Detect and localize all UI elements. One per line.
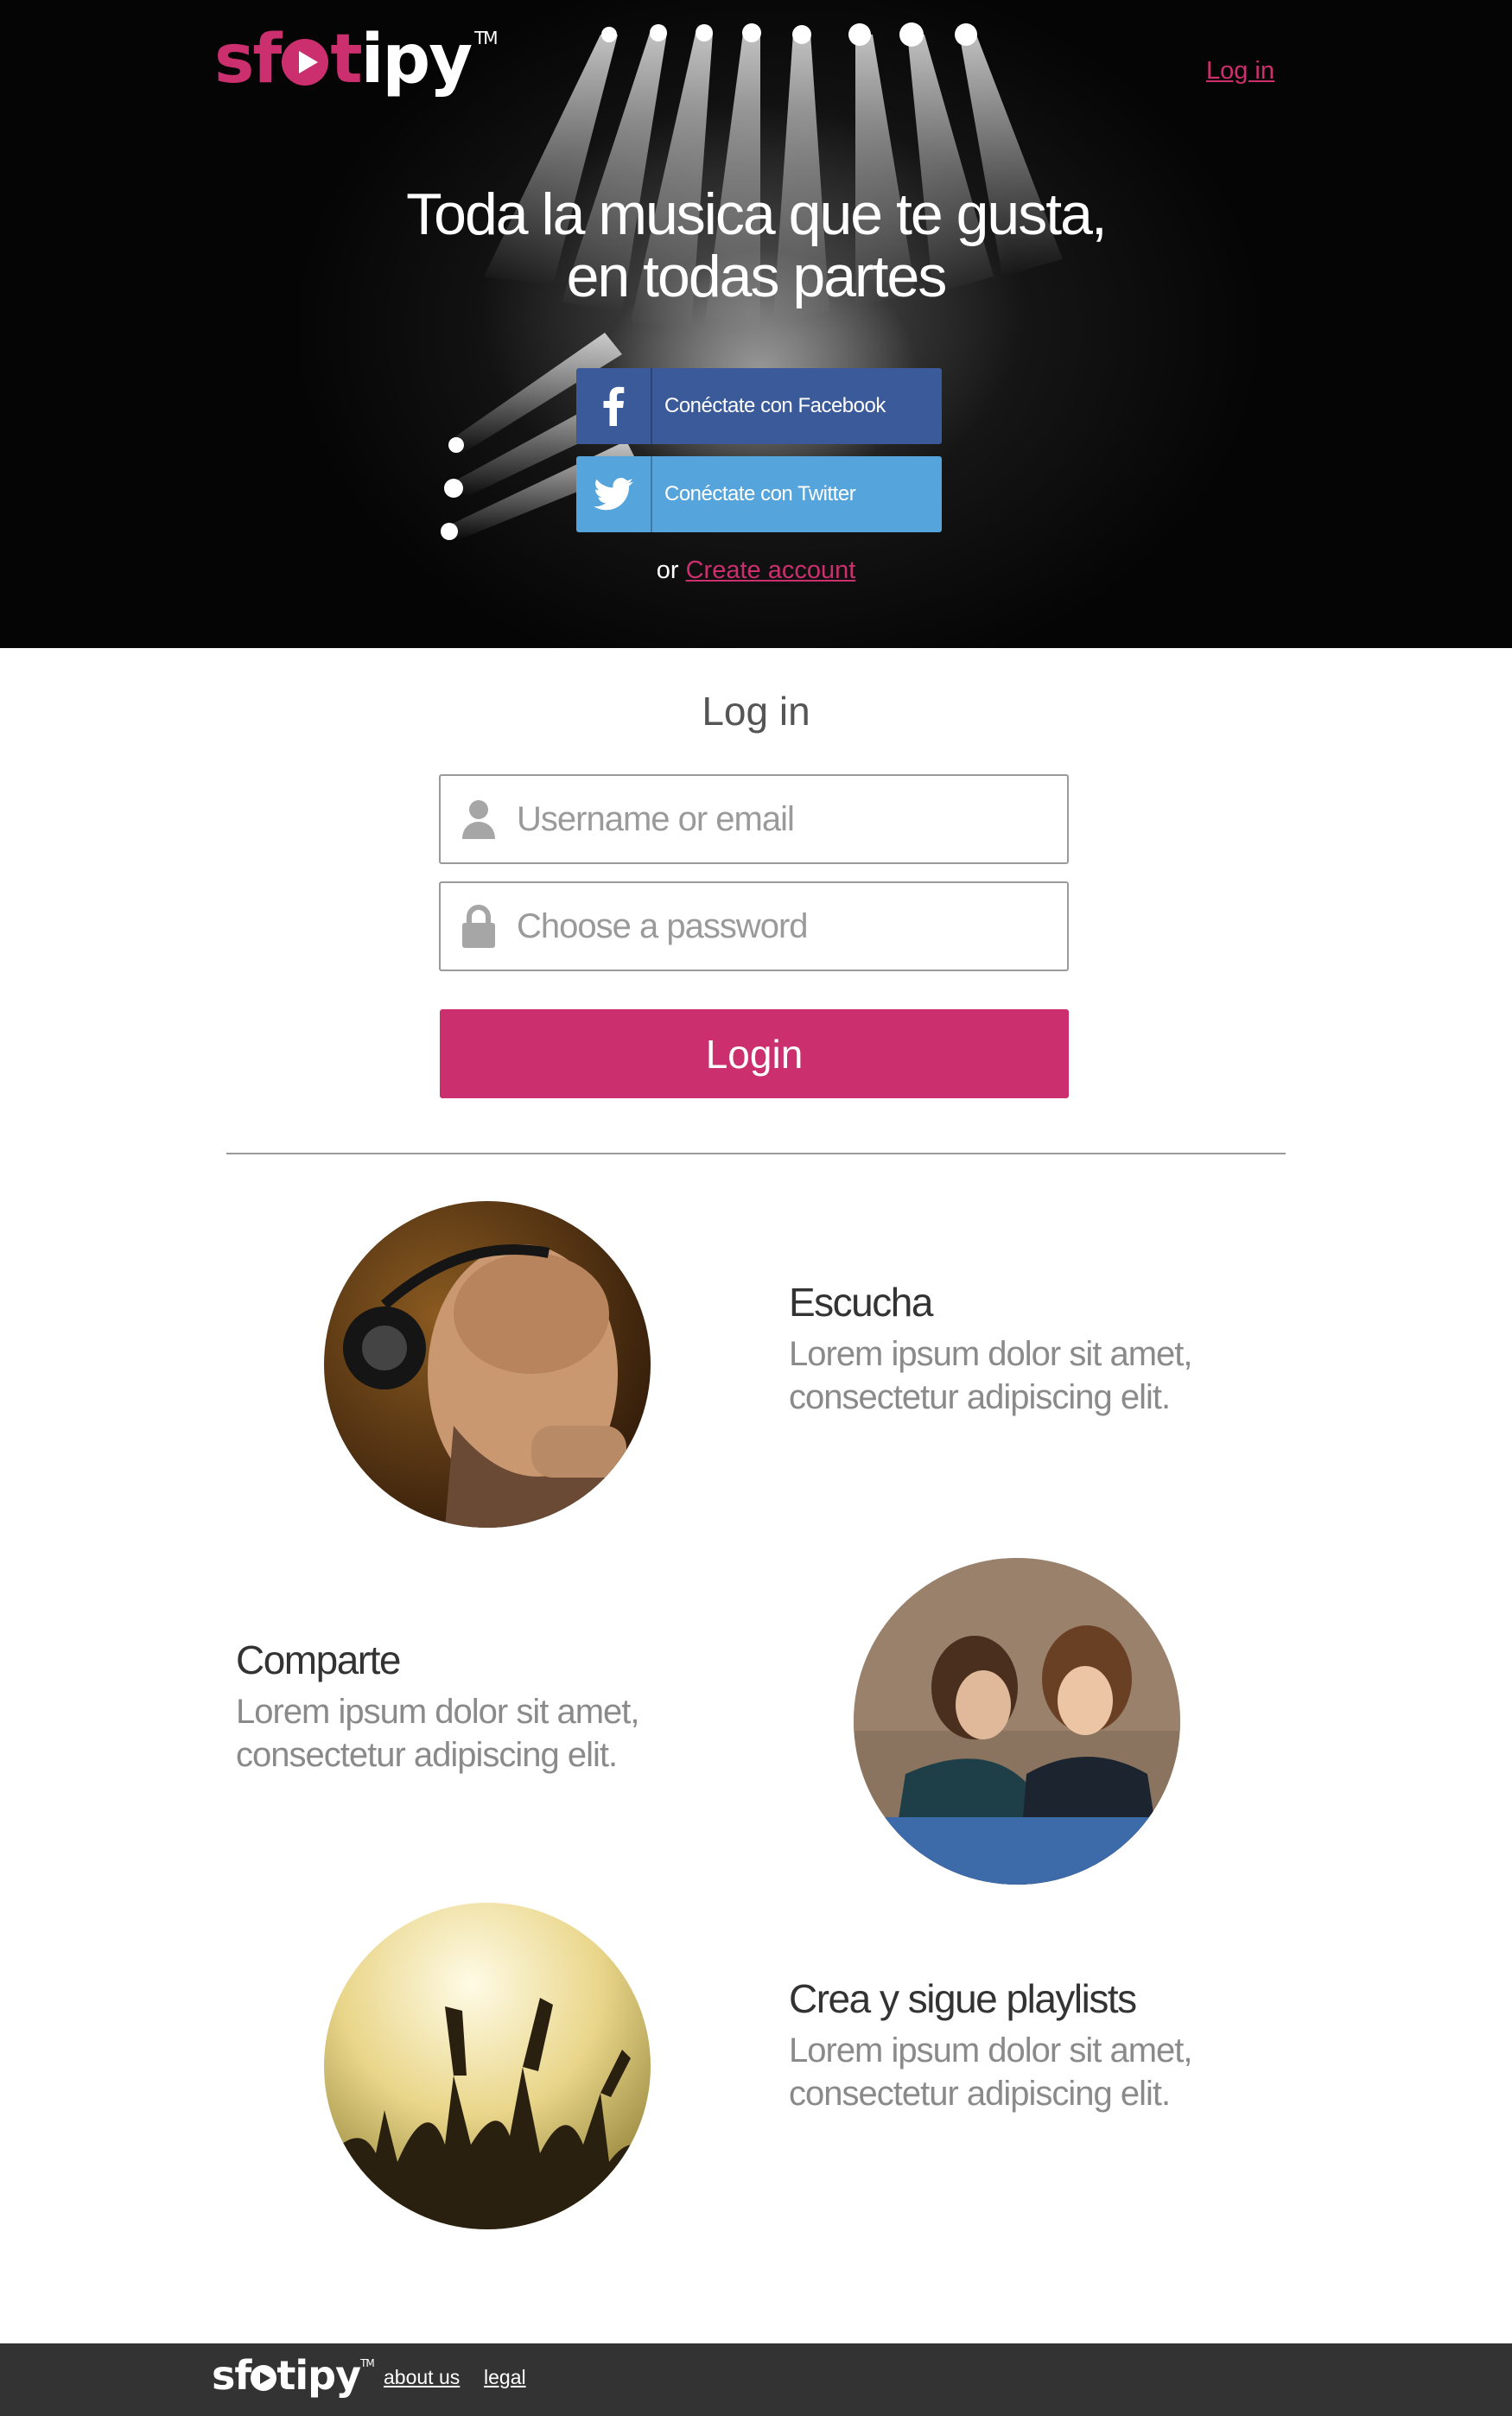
or-text: or [656,556,679,584]
twitter-connect-button[interactable]: Conéctate con Twitter [576,456,942,532]
brand-logo[interactable]: sf tipy TM [214,26,499,93]
description-line-2: consectetur adipiscing elit. [789,1378,1171,1416]
create-account-link[interactable]: Create account [686,556,856,584]
twitter-button-label: Conéctate con Twitter [664,482,856,505]
headline-line-1: Toda la musica que te gusta, [406,181,1108,247]
concert-crowd-image [324,1903,651,2229]
feature-description: Lorem ipsum dolor sit amet, consectetur … [236,1690,720,1777]
description-line-1: Lorem ipsum dolor sit amet, [789,1335,1193,1373]
description-line-1: Lorem ipsum dolor sit amet, [236,1693,640,1731]
user-icon [441,776,508,862]
password-input[interactable] [508,887,1067,965]
footer-logo[interactable]: sf tipyTM [212,2356,375,2395]
legal-link[interactable]: legal [484,2366,526,2389]
lock-icon [441,883,508,970]
headphones-man-image [324,1201,651,1528]
footer: sf tipyTM about us legal [0,2343,1512,2416]
logo-text-t: t [330,21,362,99]
about-us-link[interactable]: about us [384,2366,460,2389]
hero-headline: Toda la musica que te gusta, en todas pa… [0,183,1512,308]
logo-trademark: TM [474,28,499,48]
password-field[interactable] [439,881,1069,971]
hero-banner: sf tipy TM Log in Toda la musica que te gu… [0,0,1512,648]
footer-logo-trademark: TM [360,2357,375,2369]
username-field[interactable] [439,774,1069,864]
footer-logo-text-b: tipy [276,2352,361,2399]
play-icon [282,39,329,86]
login-submit-button[interactable]: Login [440,1009,1069,1098]
feature-title: Comparte [236,1637,401,1682]
facebook-connect-button[interactable]: Conéctate con Facebook [576,368,942,444]
feature-description: Lorem ipsum dolor sit amet, consectetur … [789,2029,1273,2115]
feature-description: Lorem ipsum dolor sit amet, consectetur … [789,1332,1273,1419]
facebook-button-label: Conéctate con Facebook [664,394,886,417]
username-input[interactable] [508,780,1067,858]
twitter-icon [576,456,652,532]
login-title: Log in [702,689,810,734]
footer-logo-text-a: sf [212,2352,251,2399]
feature-share: Comparte Lorem ipsum dolor sit amet, con… [236,1637,720,1777]
facebook-icon [576,368,652,444]
feature-listen: Escucha Lorem ipsum dolor sit amet, cons… [789,1279,1273,1419]
friends-sharing-image [854,1558,1180,1885]
description-line-2: consectetur adipiscing elit. [789,2075,1171,2113]
feature-title: Crea y sigue playlists [789,1976,1137,2021]
description-line-2: consectetur adipiscing elit. [236,1736,618,1774]
play-icon [251,2365,277,2391]
header-login-link[interactable]: Log in [1206,57,1274,86]
description-line-1: Lorem ipsum dolor sit amet, [789,2031,1193,2069]
headline-line-2: en todas partes [566,244,948,309]
logo-text-ipy: ipy [360,21,473,99]
logo-text-sf: sf [214,21,282,99]
feature-title: Escucha [789,1280,933,1325]
section-divider [226,1153,1286,1154]
create-account-line: or Create account [0,556,1512,585]
feature-playlists: Crea y sigue playlists Lorem ipsum dolor… [789,1975,1273,2115]
